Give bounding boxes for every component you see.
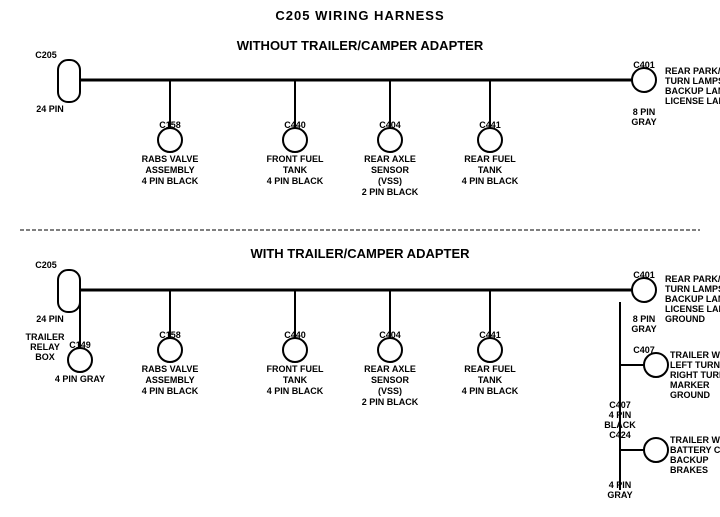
svg-text:TRAILER WIRES: TRAILER WIRES: [670, 350, 720, 360]
svg-text:4 PIN: 4 PIN: [609, 410, 632, 420]
svg-text:C404: C404: [379, 330, 401, 340]
svg-text:RIGHT TURN: RIGHT TURN: [670, 370, 720, 380]
svg-text:REAR PARK/STOP: REAR PARK/STOP: [665, 274, 720, 284]
svg-text:BRAKES: BRAKES: [670, 465, 708, 475]
svg-text:RELAY: RELAY: [30, 342, 60, 352]
svg-text:8 PIN: 8 PIN: [633, 107, 656, 117]
svg-text:C407: C407: [609, 400, 631, 410]
svg-text:C401: C401: [633, 270, 655, 280]
svg-text:GRAY: GRAY: [631, 117, 656, 127]
svg-text:TURN LAMPS: TURN LAMPS: [665, 76, 720, 86]
svg-text:24 PIN: 24 PIN: [36, 104, 64, 114]
svg-text:4 PIN BLACK: 4 PIN BLACK: [142, 176, 199, 186]
svg-text:C205: C205: [35, 50, 57, 60]
svg-text:C424: C424: [609, 430, 631, 440]
svg-text:REAR AXLE: REAR AXLE: [364, 364, 416, 374]
svg-text:TANK: TANK: [478, 375, 503, 385]
svg-text:C440: C440: [284, 330, 306, 340]
svg-text:C401: C401: [633, 60, 655, 70]
svg-text:4 PIN BLACK: 4 PIN BLACK: [462, 176, 519, 186]
wiring-diagram-page: C205 WIRING HARNESS WITHOUT TRAILER/CAMP…: [0, 0, 720, 517]
svg-text:8 PIN: 8 PIN: [633, 314, 656, 324]
svg-text:(VSS): (VSS): [378, 176, 402, 186]
svg-text:C205: C205: [35, 260, 57, 270]
svg-text:BOX: BOX: [35, 352, 55, 362]
svg-text:RABS VALVE: RABS VALVE: [142, 154, 199, 164]
svg-text:GROUND: GROUND: [665, 314, 705, 324]
svg-text:C407: C407: [633, 345, 655, 355]
svg-text:C158: C158: [159, 330, 181, 340]
svg-text:TRAILER WIRES: TRAILER WIRES: [670, 435, 720, 445]
svg-text:LICENSE LAMPS: LICENSE LAMPS: [665, 96, 720, 106]
svg-text:BACKUP LAMPS: BACKUP LAMPS: [665, 86, 720, 96]
svg-text:24 PIN: 24 PIN: [36, 314, 64, 324]
svg-text:SENSOR: SENSOR: [371, 165, 410, 175]
svg-text:TURN LAMPS: TURN LAMPS: [665, 284, 720, 294]
svg-text:FRONT FUEL: FRONT FUEL: [267, 154, 324, 164]
svg-text:C158: C158: [159, 120, 181, 130]
svg-text:GRAY: GRAY: [631, 324, 656, 334]
svg-text:WITH TRAILER/CAMPER ADAPTER: WITH TRAILER/CAMPER ADAPTER: [250, 246, 470, 261]
svg-text:REAR FUEL: REAR FUEL: [464, 154, 516, 164]
svg-text:4 PIN BLACK: 4 PIN BLACK: [142, 386, 199, 396]
svg-text:4 PIN BLACK: 4 PIN BLACK: [267, 386, 324, 396]
svg-text:BACKUP LAMPS: BACKUP LAMPS: [665, 294, 720, 304]
svg-text:ASSEMBLY: ASSEMBLY: [145, 375, 194, 385]
svg-text:BACKUP: BACKUP: [670, 455, 709, 465]
svg-text:TANK: TANK: [283, 375, 308, 385]
svg-text:SENSOR: SENSOR: [371, 375, 410, 385]
svg-text:ASSEMBLY: ASSEMBLY: [145, 165, 194, 175]
svg-text:BATTERY CHARGE: BATTERY CHARGE: [670, 445, 720, 455]
svg-text:(VSS): (VSS): [378, 386, 402, 396]
svg-text:C149: C149: [69, 340, 91, 350]
svg-text:2 PIN BLACK: 2 PIN BLACK: [362, 187, 419, 197]
svg-text:4 PIN BLACK: 4 PIN BLACK: [267, 176, 324, 186]
svg-text:4 PIN GRAY: 4 PIN GRAY: [55, 374, 105, 384]
svg-text:4 PIN BLACK: 4 PIN BLACK: [462, 386, 519, 396]
svg-text:REAR PARK/STOP: REAR PARK/STOP: [665, 66, 720, 76]
svg-text:C440: C440: [284, 120, 306, 130]
svg-text:C441: C441: [479, 120, 501, 130]
svg-text:LICENSE LAMPS: LICENSE LAMPS: [665, 304, 720, 314]
svg-text:WITHOUT TRAILER/CAMPER ADAPT: WITHOUT TRAILER/CAMPER ADAPTER: [237, 38, 484, 53]
svg-text:BLACK: BLACK: [604, 420, 636, 430]
svg-text:FRONT FUEL: FRONT FUEL: [267, 364, 324, 374]
svg-text:TANK: TANK: [283, 165, 308, 175]
svg-text:C404: C404: [379, 120, 401, 130]
svg-text:TANK: TANK: [478, 165, 503, 175]
svg-text:TRAILER: TRAILER: [26, 332, 65, 342]
svg-text:RABS VALVE: RABS VALVE: [142, 364, 199, 374]
svg-text:4 PIN: 4 PIN: [609, 480, 632, 490]
svg-text:REAR FUEL: REAR FUEL: [464, 364, 516, 374]
svg-text:REAR AXLE: REAR AXLE: [364, 154, 416, 164]
svg-text:GROUND: GROUND: [670, 390, 710, 400]
svg-text:GRAY: GRAY: [607, 490, 632, 500]
svg-text:LEFT TURN: LEFT TURN: [670, 360, 720, 370]
svg-text:C441: C441: [479, 330, 501, 340]
svg-text:MARKER: MARKER: [670, 380, 710, 390]
svg-text:2 PIN BLACK: 2 PIN BLACK: [362, 397, 419, 407]
